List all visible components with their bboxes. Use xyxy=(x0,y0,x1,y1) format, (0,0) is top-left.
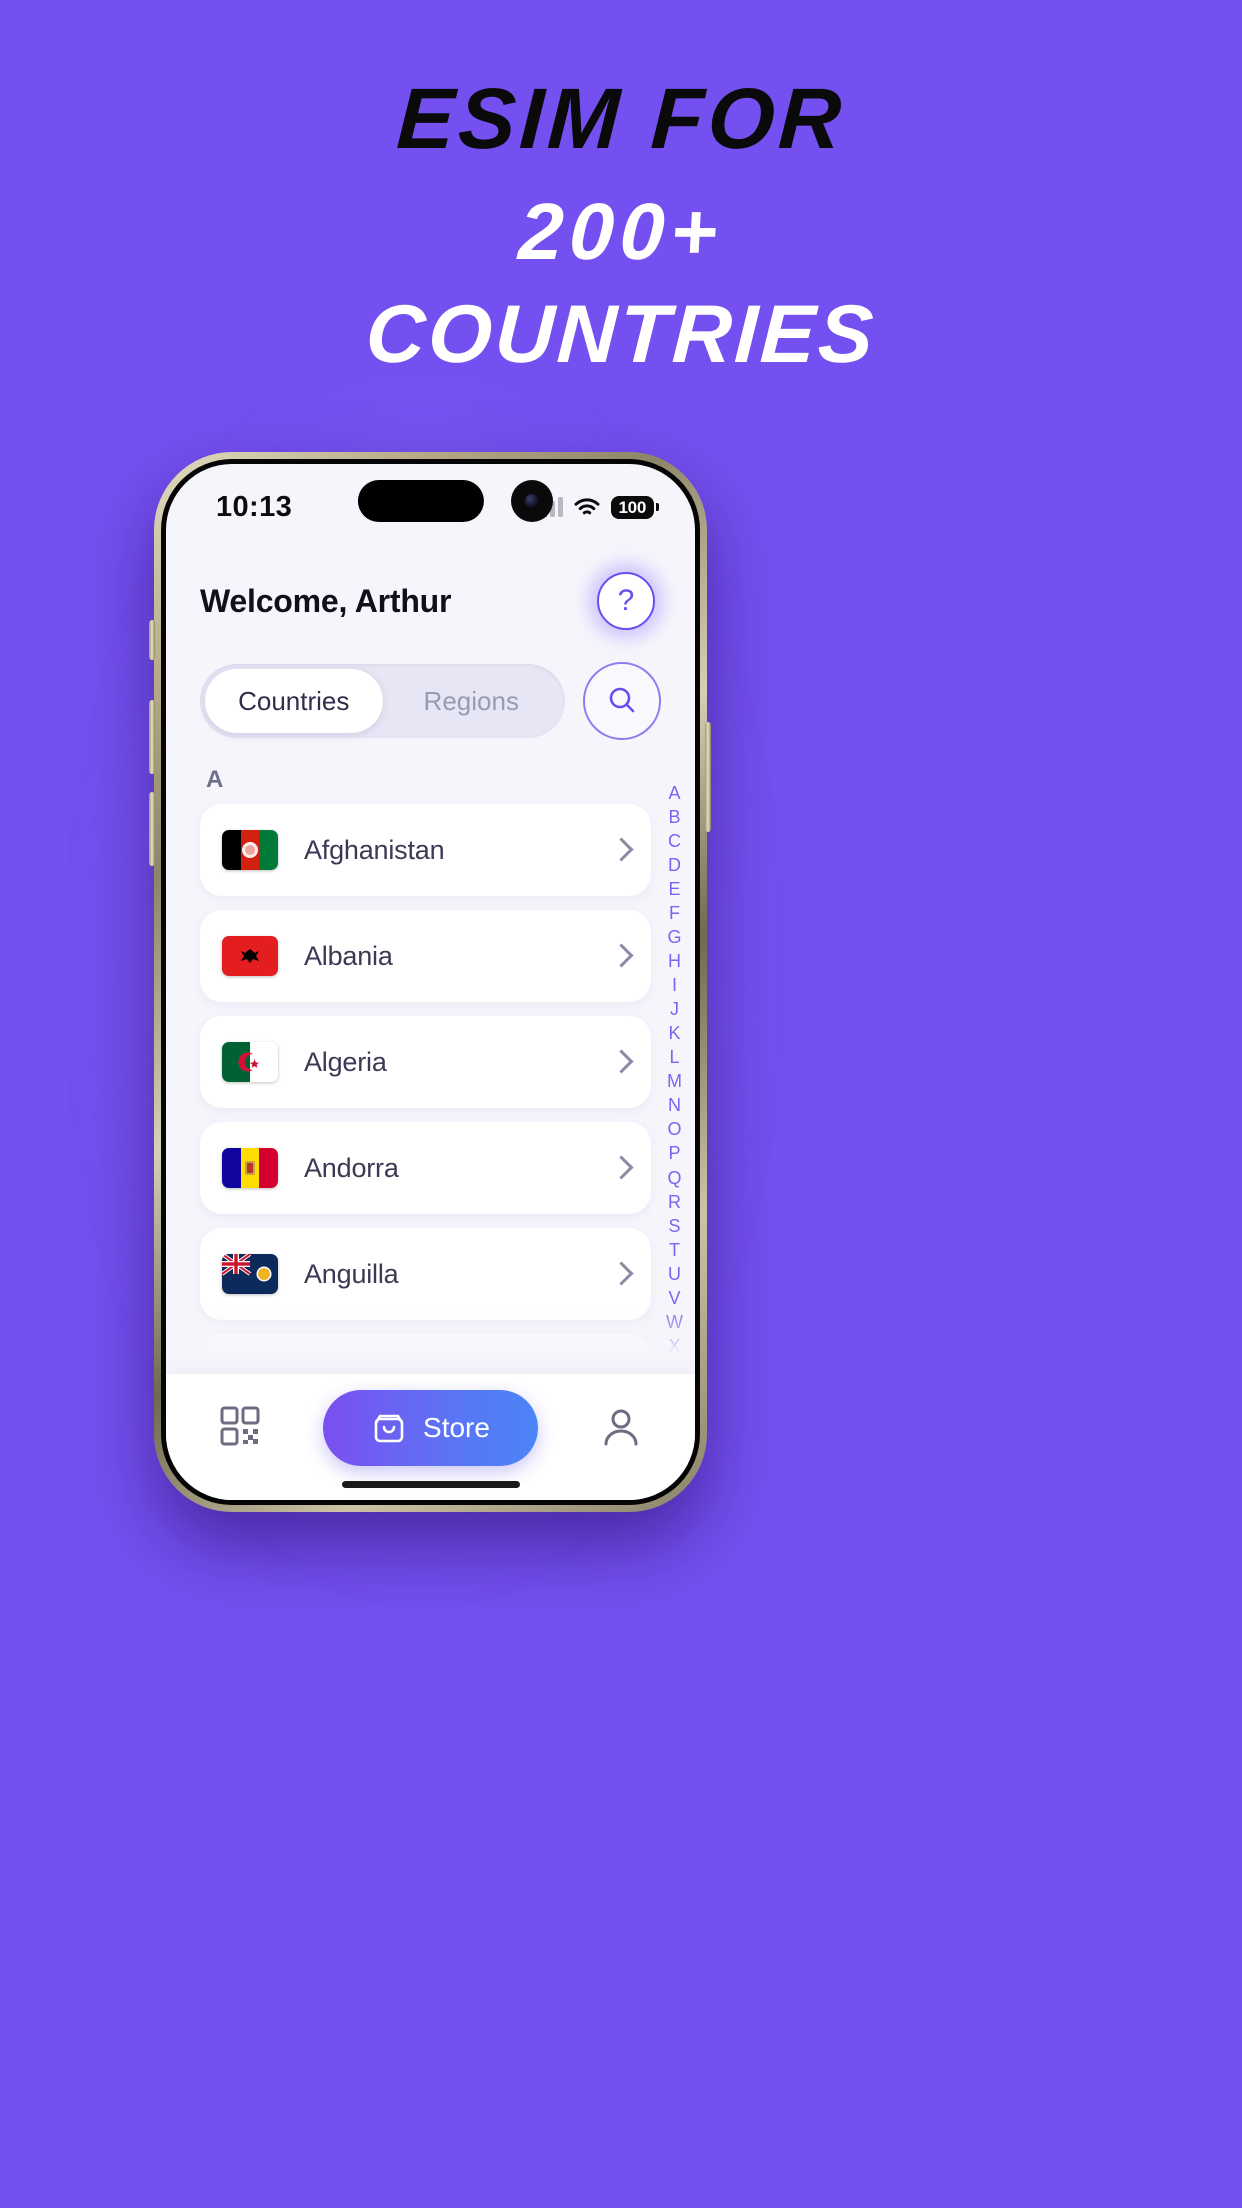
chevron-right-icon xyxy=(611,1049,627,1075)
country-list[interactable]: Afghanistan Albania Algeria Andorra Angu… xyxy=(166,804,695,1370)
alpha-index-item[interactable]: H xyxy=(668,950,681,973)
wifi-icon xyxy=(574,497,600,517)
flag-anguilla xyxy=(222,1254,278,1294)
alpha-index-item[interactable]: S xyxy=(668,1215,680,1238)
country-name: Anguilla xyxy=(304,1258,399,1289)
country-name: Andorra xyxy=(304,1152,399,1183)
tab-countries[interactable]: Countries xyxy=(205,669,383,733)
alpha-index-item[interactable]: G xyxy=(667,926,681,949)
alpha-index-item[interactable]: P xyxy=(668,1142,680,1165)
alpha-index-item[interactable]: T xyxy=(669,1239,680,1262)
country-name: Albania xyxy=(304,940,393,971)
flag-antigua-barbuda xyxy=(222,1360,278,1370)
alpha-index-item[interactable]: K xyxy=(668,1022,680,1045)
chevron-right-icon xyxy=(611,837,627,863)
app-header: Welcome, Arthur ? xyxy=(166,538,695,644)
alpha-index-item[interactable]: W xyxy=(666,1311,683,1334)
shopping-bag-icon xyxy=(374,1414,404,1443)
country-name: Algeria xyxy=(304,1046,387,1077)
promo-line-2: 200+ xyxy=(516,187,726,276)
section-header-letter: A xyxy=(206,766,224,793)
alphabet-index[interactable]: A B C D E F G H I J K L M N O P Q R S T xyxy=(666,782,683,1370)
alpha-index-item[interactable]: R xyxy=(668,1191,681,1214)
promo-line-3: COUNTRIES xyxy=(363,289,879,380)
silent-switch[interactable] xyxy=(149,620,155,660)
volume-down-button[interactable] xyxy=(149,792,155,866)
store-label: Store xyxy=(423,1412,490,1443)
tab-row: Countries Regions xyxy=(166,636,695,740)
qr-scan-button[interactable] xyxy=(218,1404,262,1453)
status-time: 10:13 xyxy=(216,490,293,523)
alpha-index-item[interactable]: M xyxy=(667,1070,682,1093)
alpha-index-item[interactable]: X xyxy=(668,1335,680,1358)
segmented-control: Countries Regions xyxy=(200,664,565,738)
qr-code-icon xyxy=(220,1406,260,1445)
alpha-index-item[interactable]: Q xyxy=(667,1167,681,1190)
home-indicator[interactable] xyxy=(341,1481,520,1488)
alpha-index-item[interactable]: D xyxy=(668,854,681,877)
tab-regions[interactable]: Regions xyxy=(383,669,561,733)
status-bar: 10:13 100 xyxy=(166,464,695,538)
flag-andorra xyxy=(222,1148,278,1188)
chevron-right-icon xyxy=(611,1261,627,1287)
battery-indicator: 100 xyxy=(610,495,659,519)
table-row[interactable]: Antigua & Barbuda xyxy=(200,1334,651,1370)
alpha-index-item[interactable]: Y xyxy=(668,1359,680,1370)
country-name: Antigua & Barbuda xyxy=(304,1365,527,1371)
phone-bezel: 10:13 100 Welcome, Arthur ? Countries Re… xyxy=(161,459,700,1505)
alpha-index-item[interactable]: O xyxy=(667,1118,681,1141)
search-icon xyxy=(609,687,635,713)
battery-nub xyxy=(656,503,659,511)
flag-albania xyxy=(222,936,278,976)
profile-button[interactable] xyxy=(599,1404,643,1453)
front-camera xyxy=(510,480,553,522)
country-name: Afghanistan xyxy=(304,834,445,865)
alpha-index-item[interactable]: C xyxy=(668,830,681,853)
alpha-index-item[interactable]: U xyxy=(668,1263,681,1286)
alpha-index-item[interactable]: B xyxy=(668,806,680,829)
battery-level: 100 xyxy=(610,495,654,519)
phone-screen: 10:13 100 Welcome, Arthur ? Countries Re… xyxy=(166,464,695,1500)
person-icon xyxy=(604,1409,638,1445)
table-row[interactable]: Albania xyxy=(200,910,651,1002)
table-row[interactable]: Andorra xyxy=(200,1122,651,1214)
question-mark-icon: ? xyxy=(597,572,655,630)
alpha-index-item[interactable]: V xyxy=(668,1287,680,1310)
search-button[interactable] xyxy=(583,662,661,740)
volume-up-button[interactable] xyxy=(149,700,155,774)
alpha-index-item[interactable]: L xyxy=(669,1046,679,1069)
chevron-right-icon xyxy=(611,1155,627,1181)
alpha-index-item[interactable]: E xyxy=(668,878,680,901)
alpha-index-item[interactable]: F xyxy=(669,902,680,925)
flag-afghanistan xyxy=(222,830,278,870)
flag-algeria xyxy=(222,1042,278,1082)
table-row[interactable]: Anguilla xyxy=(200,1228,651,1320)
phone-frame: 10:13 100 Welcome, Arthur ? Countries Re… xyxy=(154,452,707,1512)
chevron-right-icon xyxy=(611,943,627,969)
alpha-index-item[interactable]: A xyxy=(668,782,680,805)
page-title: Welcome, Arthur xyxy=(200,582,452,619)
chevron-right-icon xyxy=(611,1367,627,1370)
help-button[interactable]: ? xyxy=(583,558,669,644)
alpha-index-item[interactable]: J xyxy=(670,998,679,1021)
table-row[interactable]: Afghanistan xyxy=(200,804,651,896)
promo-line-1: ESIM FOR xyxy=(394,71,848,167)
table-row[interactable]: Algeria xyxy=(200,1016,651,1108)
country-list-area[interactable]: A Afghanistan Albania Algeria Andorra An… xyxy=(166,740,695,1370)
promo-headline: ESIM FOR 200+ COUNTRIES xyxy=(0,0,1242,380)
alpha-index-item[interactable]: N xyxy=(668,1094,681,1117)
dynamic-island xyxy=(357,480,484,522)
power-button[interactable] xyxy=(705,722,711,832)
store-button[interactable]: Store xyxy=(323,1390,538,1466)
alpha-index-item[interactable]: I xyxy=(672,974,677,997)
